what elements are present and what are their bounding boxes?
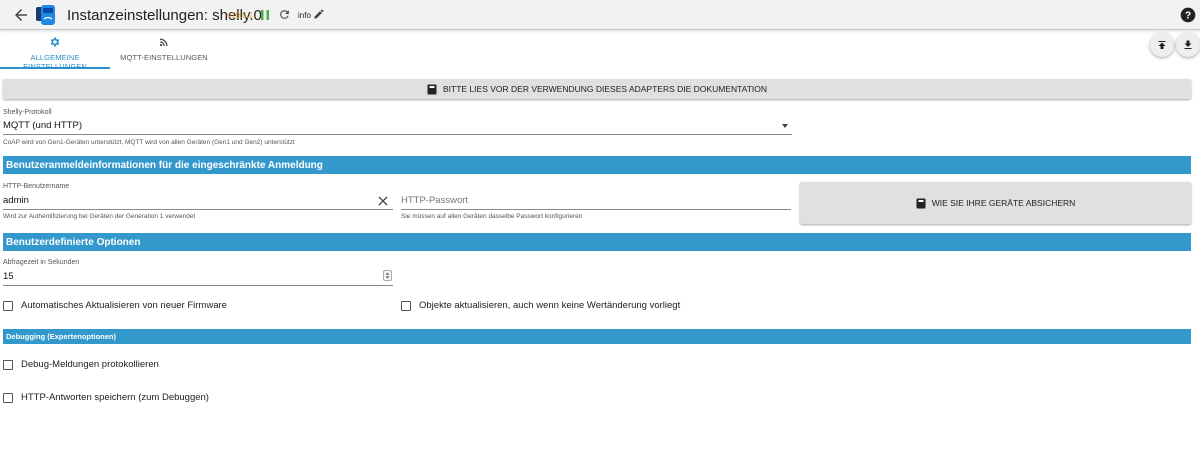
secure-devices-button[interactable]: WIE SIE IHRE GERÄTE ABSICHERN: [800, 182, 1191, 224]
chevron-down-icon[interactable]: [782, 124, 788, 128]
username-helper: Wird zur Authentifizierung bei Geräten d…: [3, 213, 196, 220]
save-http-checkbox[interactable]: [3, 392, 13, 403]
quantity-stepper[interactable]: [383, 270, 392, 281]
close-icon[interactable]: [378, 196, 388, 206]
tab-general-settings[interactable]: ALLGEMEINE EINSTELLUNGEN: [0, 36, 110, 71]
shelly-adapter-logo: [36, 5, 55, 25]
tab-mqtt-label: MQTT-EINSTELLUNGEN: [120, 53, 208, 62]
auto-update-checkbox-row[interactable]: Automatisches Aktualisieren von neuer Fi…: [3, 300, 227, 311]
rss-feed-icon: [159, 38, 168, 47]
save-http-label: HTTP-Antworten speichern (zum Debuggen): [21, 392, 209, 403]
log-level: info: [298, 11, 311, 20]
book-icon: [916, 198, 926, 208]
help-icon[interactable]: ?: [1180, 7, 1196, 23]
section-credentials: Benutzeranmeldeinformationen für die ein…: [3, 156, 1191, 174]
read-documentation-button[interactable]: BITTE LIES VOR DER VERWENDUNG DIESES ADA…: [3, 79, 1191, 99]
password-helper: Sie müssen auf allen Geräten dasselbe Pa…: [401, 213, 583, 220]
tab-mqtt-settings[interactable]: MQTT-EINSTELLUNGEN: [118, 36, 210, 66]
version-badge: v10.6.1: [227, 11, 254, 20]
update-objects-checkbox-row[interactable]: Objekte aktualisieren, auch wenn keine W…: [401, 300, 680, 311]
edit-icon[interactable]: [313, 8, 325, 20]
app-toolbar: Instanzeinstellungen: shelly.0 v10.6.1 i…: [0, 0, 1200, 30]
svg-text:?: ?: [1185, 10, 1191, 21]
username-underline: [3, 209, 393, 210]
auto-update-label: Automatisches Aktualisieren von neuer Fi…: [21, 300, 227, 311]
pause-icon[interactable]: [260, 9, 270, 21]
stepper-arrows-icon: [385, 272, 390, 279]
poll-interval-label: Abfragezeit in Sekunden: [3, 259, 80, 266]
poll-interval-underline: [3, 285, 393, 286]
upload-settings-button[interactable]: [1150, 33, 1174, 57]
download-settings-button[interactable]: [1176, 33, 1200, 57]
section-debugging: Debugging (Expertenoptionen): [3, 329, 1191, 344]
update-objects-checkbox[interactable]: [401, 300, 411, 311]
protocol-helper: CoAP wird von Gen1-Geräten unterstützt, …: [3, 139, 295, 146]
save-http-checkbox-row[interactable]: HTTP-Antworten speichern (zum Debuggen): [3, 392, 209, 403]
password-input[interactable]: HTTP-Passwort: [401, 195, 468, 206]
username-label: HTTP-Benutzername: [3, 183, 70, 190]
book-icon: [427, 84, 437, 94]
protocol-label: Shelly-Protokoll: [3, 109, 52, 116]
download-icon: [1184, 40, 1192, 49]
back-arrow-icon[interactable]: [12, 6, 30, 24]
password-underline: [401, 209, 791, 210]
upload-icon: [1158, 41, 1166, 49]
auto-update-checkbox[interactable]: [3, 300, 13, 311]
update-objects-label: Objekte aktualisieren, auch wenn keine W…: [419, 300, 681, 311]
debug-log-checkbox[interactable]: [3, 359, 13, 370]
reload-icon[interactable]: [278, 8, 291, 21]
active-tab-indicator: [0, 67, 110, 69]
username-input[interactable]: admin: [3, 195, 29, 206]
gear-icon: [50, 37, 60, 47]
protocol-underline: [3, 134, 792, 135]
poll-interval-input[interactable]: 15: [3, 271, 14, 282]
protocol-select[interactable]: MQTT (und HTTP): [3, 120, 82, 131]
read-documentation-label: BITTE LIES VOR DER VERWENDUNG DIESES ADA…: [443, 84, 767, 94]
debug-log-label: Debug-Meldungen protokollieren: [21, 359, 159, 370]
section-custom-options: Benutzerdefinierte Optionen: [3, 233, 1191, 251]
secure-devices-label: WIE SIE IHRE GERÄTE ABSICHERN: [931, 198, 1076, 208]
debug-log-checkbox-row[interactable]: Debug-Meldungen protokollieren: [3, 359, 159, 370]
